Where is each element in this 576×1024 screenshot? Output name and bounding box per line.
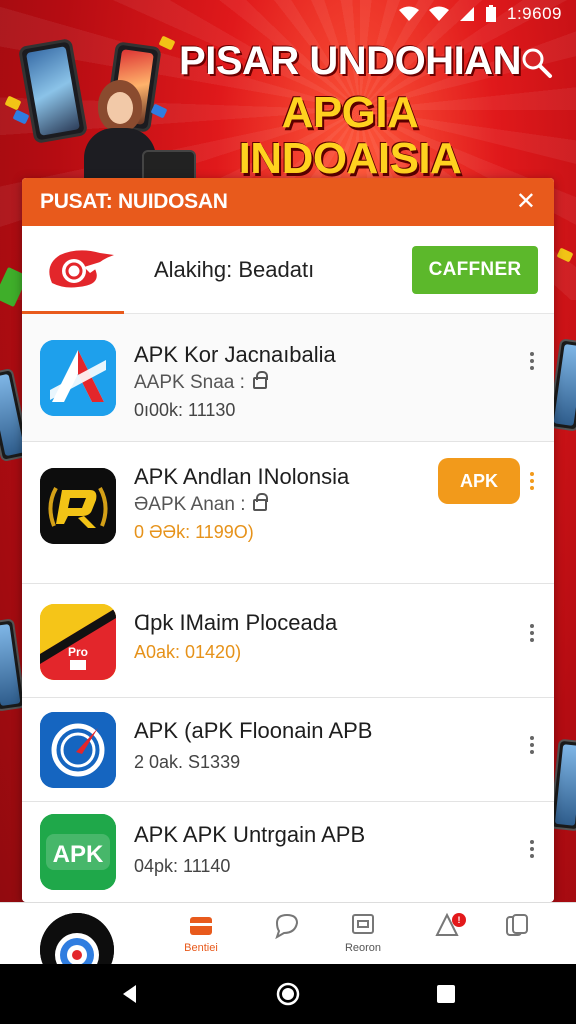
notification-badge: !: [452, 913, 466, 927]
wifi-icon: [399, 6, 419, 21]
app-meta: 2 0ak. S1339: [134, 752, 241, 772]
nav-item-window[interactable]: Reoron: [328, 911, 398, 954]
app-icon: [40, 468, 116, 544]
app-title: APK Kor Jacnaıbalia: [134, 342, 336, 367]
more-options-icon[interactable]: [528, 352, 536, 370]
home-icon[interactable]: [276, 982, 300, 1006]
system-navigation-bar: [0, 964, 576, 1024]
lock-icon: [253, 493, 269, 511]
cellular-icon: [460, 7, 474, 21]
nav-item-notifications[interactable]: !: [412, 911, 482, 942]
list-item[interactable]: APK Andlan INolonsia ƏAPK Anan : 0 ƏƏk: …: [22, 442, 554, 584]
list-item[interactable]: Pro Ɑpk IMaim Ploceada A0ak: 01420): [22, 584, 554, 698]
lock-icon: [252, 371, 268, 389]
app-subtitle: ƏAPK Anan :: [134, 493, 269, 516]
list-item[interactable]: APK (aPK Floonain APB 2 0ak. S1339: [22, 698, 554, 802]
search-icon[interactable]: [520, 46, 554, 80]
app-icon: [40, 340, 116, 416]
app-title: APK (aPK Floonain APB: [134, 718, 373, 743]
app-meta: 04pk: 11140: [134, 856, 231, 876]
app-title: APK Andlan INolonsia: [134, 464, 350, 489]
featured-app-row[interactable]: Alakihg: Beadatı CAFFNER: [22, 226, 554, 314]
app-subtitle: AAPK Snaa :: [134, 371, 268, 394]
recents-icon[interactable]: [434, 982, 458, 1006]
svg-text:Pro: Pro: [68, 645, 88, 659]
window-icon: [352, 914, 374, 934]
app-meta: A0ak: 01420): [134, 642, 242, 662]
app-icon: Pro: [40, 604, 116, 680]
featured-get-button[interactable]: CAFFNER: [412, 245, 538, 294]
card-header: PUSAT: NUIDOSAN ✕: [22, 178, 554, 226]
featured-app-name: Alakihg: Beadatı: [154, 256, 315, 282]
signal-icon: [429, 6, 449, 21]
list-item[interactable]: APK Kor Jacnaıbalia AAPK Snaa : 0ı00k: 1…: [22, 314, 554, 442]
battery-icon: [486, 5, 496, 22]
close-icon[interactable]: ✕: [516, 190, 536, 214]
nav-label: Reoron: [344, 942, 382, 954]
app-icon-text: APK: [53, 841, 104, 868]
more-options-icon[interactable]: [528, 472, 536, 490]
tabs-icon: [506, 914, 528, 936]
app-title: Ɑpk IMaim Ploceada: [134, 610, 338, 635]
app-icon: [40, 712, 116, 788]
app-store-card: PUSAT: NUIDOSAN ✕ Alakihg: Beadatı CAFFN…: [22, 178, 554, 902]
status-time: 1:9609: [507, 4, 562, 23]
app-title: APK APK Untrgain APB: [134, 822, 366, 847]
status-bar: 1:9609: [0, 0, 576, 28]
more-options-icon[interactable]: [528, 840, 536, 858]
nav-item-store[interactable]: Bentiei: [166, 911, 236, 954]
hero-banner-title: PISAR UNDOHIAN APGIA INDOAISIA: [170, 40, 530, 182]
app-icon: APK: [40, 814, 116, 890]
app-meta: 0ı00k: 11130: [134, 400, 236, 420]
hero-title-line1: PISAR UNDOHIAN: [179, 39, 521, 83]
apk-download-badge[interactable]: APK: [438, 458, 520, 504]
bottom-navigation: Bentiei Reoron !: [0, 902, 576, 987]
nav-item-chat[interactable]: [252, 911, 322, 942]
card-title: PUSAT: NUIDOSAN: [40, 190, 228, 213]
chat-icon: [275, 913, 299, 940]
hero-title-line2: APGIA INDOAISIA: [238, 88, 462, 184]
back-icon[interactable]: [118, 982, 142, 1006]
nav-item-tabs[interactable]: [482, 911, 552, 942]
more-options-icon[interactable]: [528, 624, 536, 642]
more-options-icon[interactable]: [528, 736, 536, 754]
featured-app-logo: [44, 245, 118, 295]
store-icon: [190, 917, 212, 935]
list-item[interactable]: APK APK APK Untrgain APB 04pk: 11140: [22, 802, 554, 902]
app-meta: 0 ƏƏk: 1199O): [134, 522, 254, 542]
nav-label: Bentiei: [184, 942, 218, 954]
